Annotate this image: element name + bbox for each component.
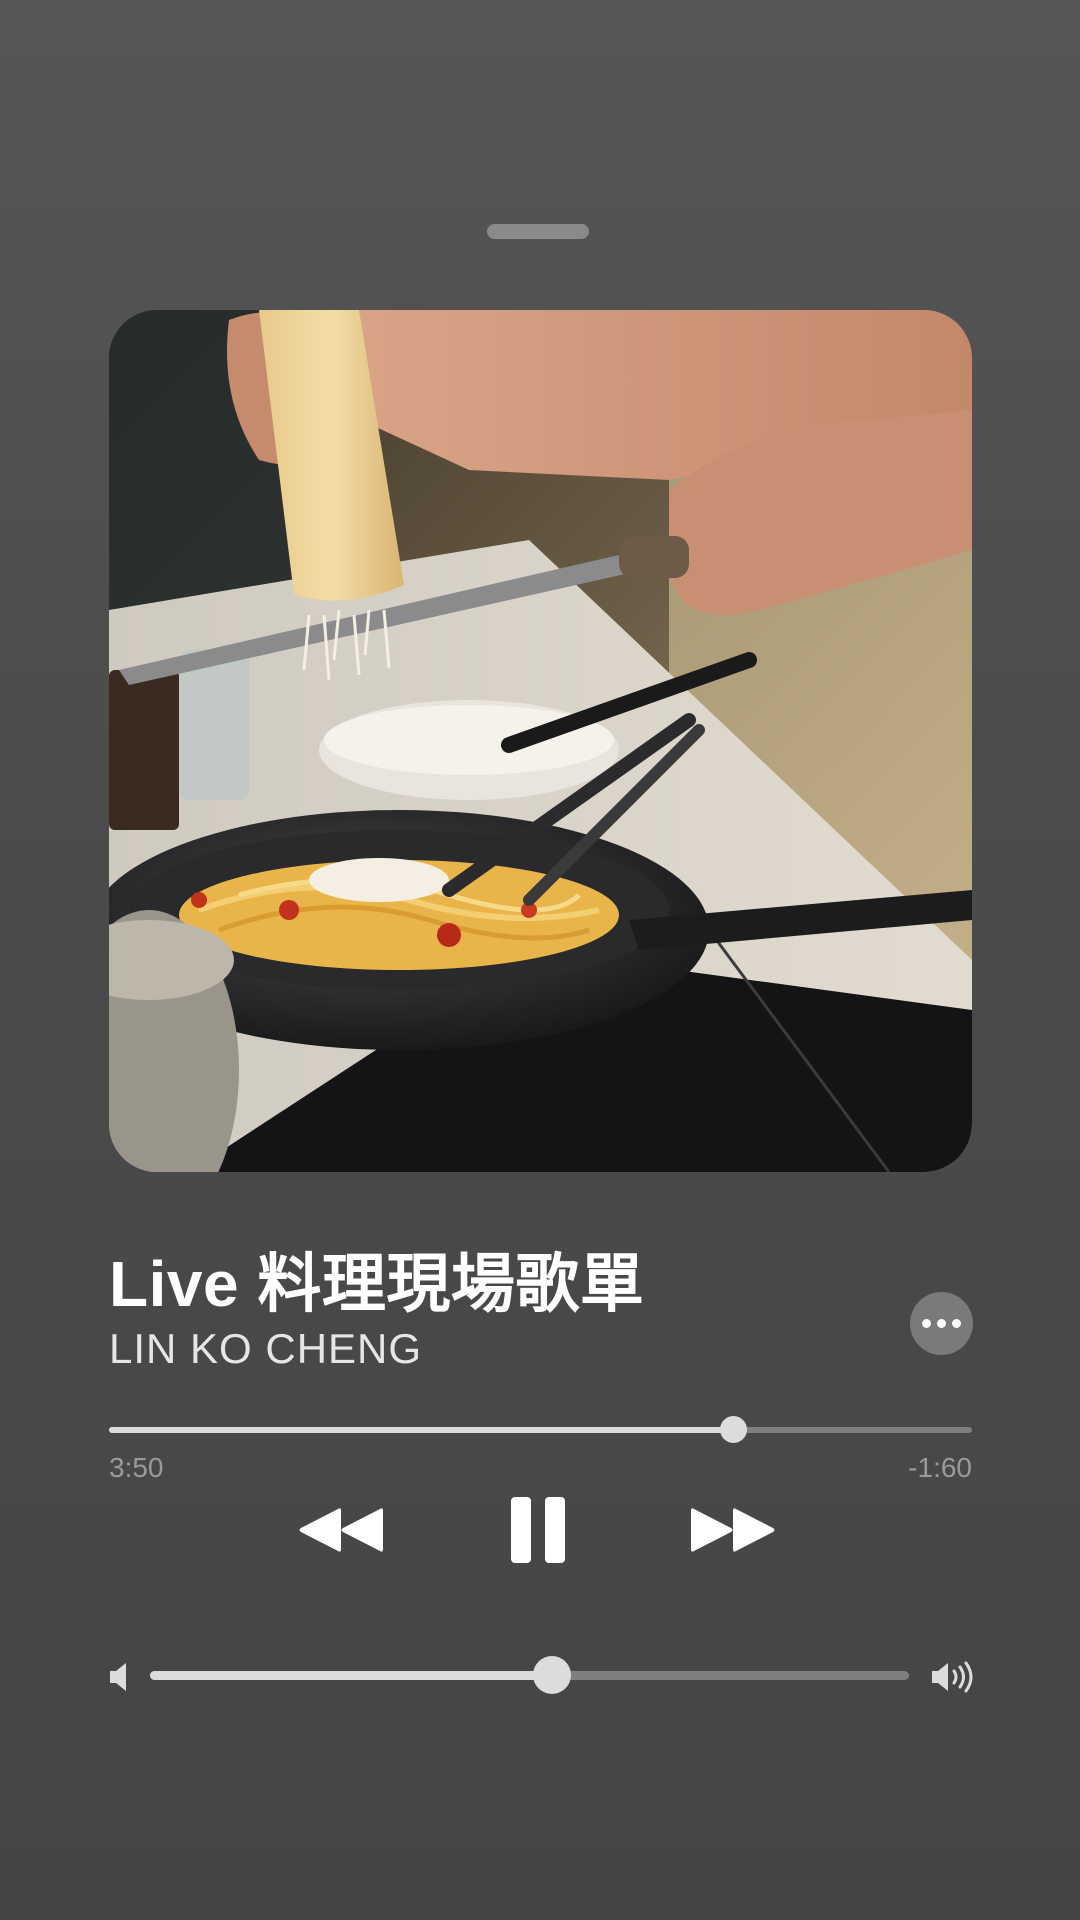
rewind-icon	[299, 1508, 383, 1552]
playback-progress-slider[interactable]	[109, 1416, 972, 1443]
sheet-grabber-handle[interactable]	[487, 224, 589, 239]
pause-icon	[511, 1497, 565, 1563]
album-artwork	[109, 310, 972, 1172]
volume-fill	[150, 1671, 553, 1680]
ellipsis-icon	[922, 1319, 931, 1328]
progress-fill	[109, 1427, 733, 1433]
transport-controls	[0, 1488, 1080, 1572]
fast-forward-button[interactable]	[690, 1488, 776, 1572]
track-title: Live 料理現場歌單	[109, 1248, 645, 1320]
fast-forward-icon	[691, 1508, 775, 1552]
rewind-button[interactable]	[298, 1488, 384, 1572]
progress-knob[interactable]	[719, 1416, 747, 1443]
artist-name[interactable]: LIN KO CHENG	[109, 1324, 422, 1374]
volume-slider[interactable]	[150, 1656, 909, 1694]
speaker-high-icon	[932, 1661, 973, 1693]
pause-button[interactable]	[505, 1488, 571, 1572]
volume-knob[interactable]	[533, 1656, 572, 1694]
ellipsis-icon-dot	[952, 1319, 961, 1328]
remaining-time: -1:60	[908, 1452, 972, 1483]
more-options-button[interactable]	[910, 1292, 973, 1355]
speaker-low-icon	[110, 1663, 126, 1691]
elapsed-time: 3:50	[109, 1452, 164, 1483]
ellipsis-icon-dot	[937, 1319, 946, 1328]
